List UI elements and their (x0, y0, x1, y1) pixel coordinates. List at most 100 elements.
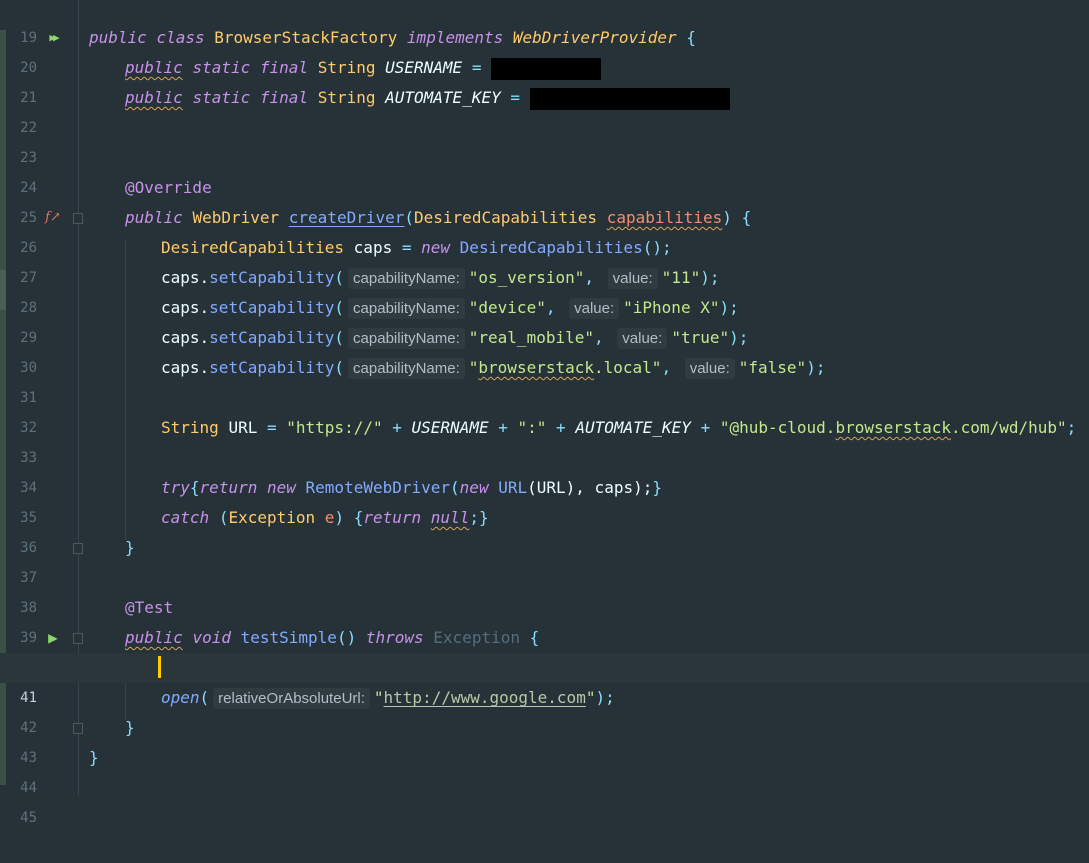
type-name: DesiredCapabilities (414, 208, 598, 227)
code-text: public static final String AUTOMATE_KEY … (125, 83, 730, 113)
keyword: throws (365, 628, 424, 647)
code-line[interactable]: 32 (0, 383, 1089, 436)
punctuation: ); (595, 688, 615, 707)
code-line[interactable]: 35 try{return new RemoteWebDriver(new UR… (0, 473, 1089, 526)
object-ref: caps. (161, 298, 210, 317)
fold-marker[interactable] (73, 723, 83, 734)
code-line[interactable]: 38 (0, 563, 1089, 616)
code-text: try{return new RemoteWebDriver(new URL(U… (161, 473, 662, 503)
punctuation: ); (719, 298, 739, 317)
type-name: DesiredCapabilities (161, 238, 345, 257)
string-literal: "11" (661, 268, 701, 287)
implementing-method-icon[interactable]: f↗ (44, 209, 62, 227)
code-text: } (125, 533, 135, 563)
type-name: WebDriver (192, 208, 280, 227)
code-line[interactable]: 39 @Test (0, 593, 1089, 646)
parameter-hint: capabilityName: (348, 328, 465, 349)
object-ref: caps. (161, 358, 210, 377)
punctuation: ); (729, 328, 749, 347)
variable-name: caps (353, 238, 393, 257)
code-line[interactable]: 33 String URL = "https://" + USERNAME + … (0, 413, 1089, 466)
code-line[interactable]: 24 (0, 143, 1089, 196)
url-link[interactable]: http://www.google.com (384, 688, 586, 707)
punctuation: (); (642, 238, 672, 257)
parameter-hint: value: (617, 328, 668, 349)
string-literal: " (468, 358, 479, 377)
code-line[interactable]: 25 @Override (0, 173, 1089, 226)
code-text: catch (Exception e) {return null;} (161, 503, 489, 533)
constant-name: USERNAME (411, 418, 489, 437)
comma: , (545, 298, 556, 317)
code-text: caps.setCapability(capabilityName: "devic… (161, 293, 739, 323)
code-line[interactable]: 23 (0, 113, 1089, 166)
type-name: Exception (228, 508, 316, 527)
keyword: catch (161, 508, 210, 527)
code-line[interactable]: 37 } (0, 533, 1089, 586)
code-line[interactable]: 34 (0, 443, 1089, 496)
code-text: public static final String USERNAME = (125, 53, 602, 83)
semicolon: ; (469, 508, 479, 527)
string-literal-typo: browserstack (478, 358, 594, 377)
brace: } (89, 748, 99, 767)
code-line[interactable]: 22 public static final String AUTOMATE_K… (0, 83, 1089, 136)
code-line[interactable]: 20 ▶▶ public class BrowserStackFactory i… (0, 23, 1089, 76)
run-class-icon[interactable]: ▶▶ (44, 29, 62, 47)
code-line[interactable]: 29 caps.setCapability(capabilityName: "de… (0, 293, 1089, 346)
comma: , (584, 268, 594, 287)
operator: + (700, 418, 711, 437)
constant-name: USERNAME (385, 58, 463, 77)
code-text: @Override (125, 173, 212, 203)
string-literal: "true" (671, 328, 730, 347)
run-test-icon[interactable]: ▶ (44, 629, 62, 647)
annotation: @Test (125, 598, 174, 617)
code-line[interactable]: 45 (0, 773, 1089, 826)
constructor-name: URL (498, 478, 528, 497)
code-line[interactable]: 19 (0, 0, 1089, 46)
parameter-hint: capabilityName: (348, 358, 465, 379)
keyword: new (459, 478, 489, 497)
paren: ( (334, 298, 345, 317)
arguments: (URL), caps); (527, 478, 653, 497)
operator: = (471, 58, 482, 77)
object-ref: caps. (161, 268, 210, 287)
code-line[interactable]: 27 DesiredCapabilities caps = new Desire… (0, 233, 1089, 286)
string-literal: "@hub-cloud. (719, 418, 836, 437)
keyword: try (161, 478, 190, 497)
code-text: caps.setCapability(capabilityName: "os_ve… (161, 263, 719, 293)
string-literal: "os_version" (468, 268, 585, 287)
paren: ) (334, 508, 345, 527)
parameter-name: capabilities (606, 208, 723, 227)
paren: ( (334, 328, 345, 347)
string-literal: .local" (594, 358, 662, 377)
code-line[interactable]: 44 } (0, 743, 1089, 796)
method-name: setCapability (209, 298, 335, 317)
constant-name: AUTOMATE_KEY (385, 88, 501, 107)
code-line[interactable]: 30 caps.setCapability(capabilityName: "re… (0, 323, 1089, 376)
code-line[interactable]: 26 f↗ public WebDriver createDriver(Desi… (0, 203, 1089, 256)
code-line[interactable]: 40 ▶ public void testSimple() throws Exc… (0, 623, 1089, 676)
code-line[interactable]: 28 caps.setCapability(capabilityName: "os… (0, 263, 1089, 316)
code-line[interactable]: 21 public static final String USERNAME = (0, 53, 1089, 106)
code-editor[interactable]: 19 20 ▶▶ public class BrowserStackFactor… (0, 0, 1089, 826)
brace: { (353, 508, 364, 527)
brace: } (652, 478, 662, 497)
code-line[interactable]: 31 caps.setCapability(capabilityName: "br… (0, 353, 1089, 406)
code-line[interactable]: 43 } (0, 713, 1089, 766)
current-code-line[interactable]: 41 (0, 653, 1089, 706)
code-line[interactable]: 36 catch (Exception e) {return null;} (0, 503, 1089, 556)
operator: + (556, 418, 566, 437)
class-name: BrowserStackFactory (214, 28, 398, 47)
parameter-hint: value: (684, 358, 735, 379)
unused-type-name: Exception (433, 628, 520, 647)
parameter-hint: value: (569, 298, 620, 319)
fold-marker[interactable] (73, 543, 83, 554)
keyword: null (430, 508, 470, 527)
string-literal: .com/wd/hub" (951, 418, 1067, 437)
string-literal: "false" (738, 358, 807, 377)
code-line[interactable]: 42 open(relativeOrAbsoluteUrl: "http://ww… (0, 683, 1089, 736)
constructor-name: DesiredCapabilities (459, 238, 643, 257)
fold-marker[interactable] (73, 633, 83, 644)
code-text: caps.setCapability(capabilityName: "real_… (161, 323, 748, 353)
comma: , (661, 358, 672, 377)
fold-marker[interactable] (73, 213, 83, 224)
